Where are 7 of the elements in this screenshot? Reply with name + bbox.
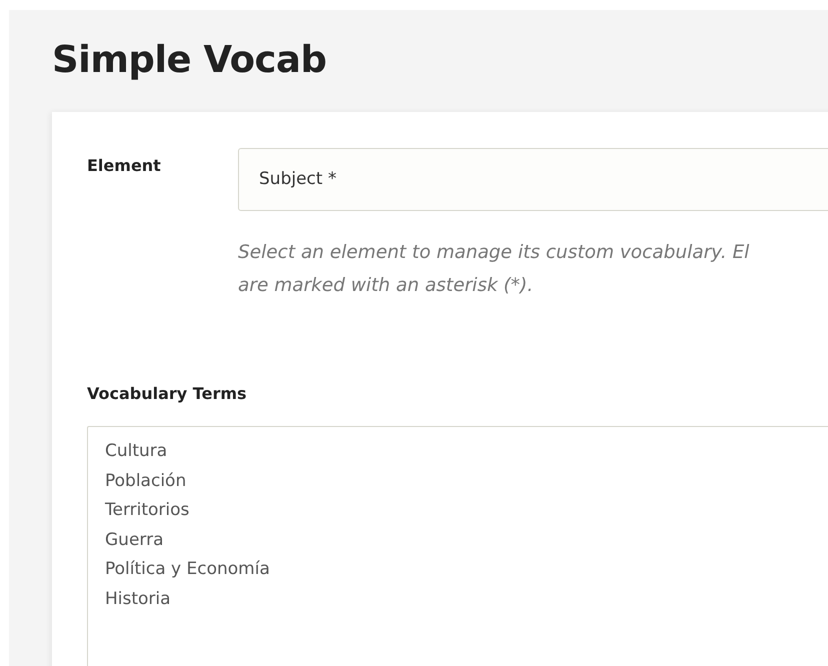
help-text: Select an element to manage its custom vocabulary. El bbox=[238, 241, 750, 266]
element-select[interactable]: Subject * bbox=[238, 148, 828, 212]
field-label: Element bbox=[87, 155, 162, 178]
terms-textarea[interactable]: Cultura Población Territorios Guerra Política y Economía Historia bbox=[87, 426, 828, 666]
help-text: are marked with an asterisk (*). bbox=[238, 274, 534, 298]
page-title: Simple Vocab bbox=[52, 38, 328, 82]
field-label: Vocabulary Terms bbox=[87, 383, 248, 406]
